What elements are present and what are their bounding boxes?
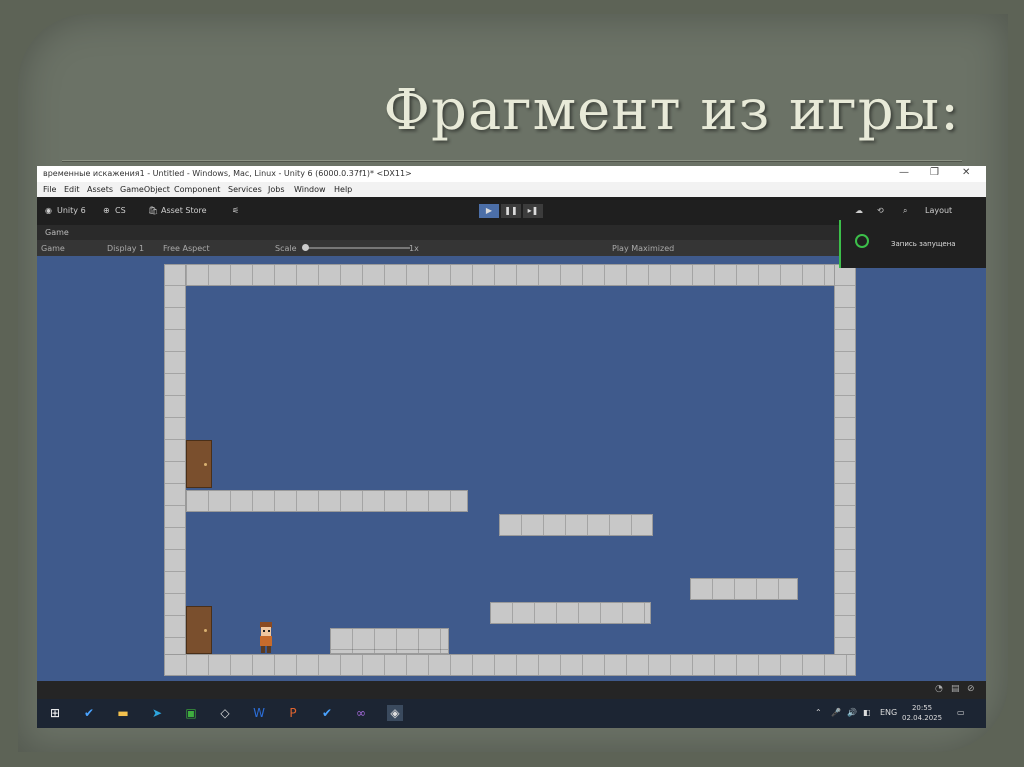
network-icon[interactable]: ◧ bbox=[863, 708, 871, 717]
menu-jobs[interactable]: Jobs bbox=[268, 185, 285, 194]
store-icon: 🛍 bbox=[148, 206, 159, 215]
pause-button[interactable]: ❚❚ bbox=[501, 204, 521, 218]
minecraft-icon[interactable]: ▣ bbox=[183, 705, 199, 721]
speaker-icon[interactable]: 🔊 bbox=[847, 708, 857, 717]
todo-app-icon[interactable]: ✔ bbox=[81, 705, 97, 721]
menu-window[interactable]: Window bbox=[294, 185, 326, 194]
play-mode-dropdown[interactable]: Play Maximized bbox=[612, 244, 674, 253]
menu-file[interactable]: File bbox=[43, 185, 56, 194]
word-icon[interactable]: W bbox=[251, 705, 267, 721]
language-indicator[interactable]: ENG bbox=[880, 708, 897, 717]
unity-editor-icon[interactable]: ◈ bbox=[387, 705, 403, 721]
menu-component[interactable]: Component bbox=[174, 185, 220, 194]
windows-taskbar: ⊞ ✔ ▬ ➤ ▣ ◇ W P ✔ ∞ ◈ ⌃ 🎤 🔊 ◧ ENG 20:55 … bbox=[37, 699, 986, 728]
settings-icon[interactable]: ⊘ bbox=[967, 684, 975, 694]
magic-icon[interactable]: ⚟ bbox=[232, 206, 239, 215]
unity-hub-icon[interactable]: ◇ bbox=[217, 705, 233, 721]
cloud-sync-icon[interactable]: ☁ bbox=[855, 206, 863, 215]
game-tab-label: Game bbox=[45, 228, 69, 237]
platform-upper-left bbox=[186, 490, 468, 512]
window-title: временные искажения1 - Untitled - Window… bbox=[43, 169, 412, 178]
scale-label: Scale bbox=[275, 244, 297, 253]
play-controls: ▶ ❚❚ ▸❚ bbox=[479, 204, 543, 218]
platform-lower bbox=[490, 602, 651, 624]
layout-dropdown[interactable]: Layout bbox=[925, 206, 952, 215]
menu-edit[interactable]: Edit bbox=[64, 185, 80, 194]
account-icon[interactable]: ◉ bbox=[45, 206, 52, 215]
visual-studio-icon[interactable]: ∞ bbox=[353, 705, 369, 721]
platform-middle bbox=[499, 514, 653, 536]
step-button[interactable]: ▸❚ bbox=[523, 204, 543, 218]
scale-slider-knob[interactable] bbox=[302, 244, 309, 251]
game-viewport[interactable] bbox=[37, 256, 986, 681]
door-lower bbox=[186, 606, 212, 654]
menu-bar: File Edit Assets GameObject Component Se… bbox=[37, 182, 986, 197]
restore-button[interactable]: ❐ bbox=[930, 167, 939, 178]
search-icon[interactable]: ⌕ bbox=[903, 206, 907, 216]
menu-help[interactable]: Help bbox=[334, 185, 352, 194]
ceiling-wall bbox=[164, 264, 856, 286]
right-wall bbox=[834, 264, 856, 676]
scale-slider[interactable] bbox=[305, 247, 410, 249]
clock-time: 20:55 bbox=[911, 704, 933, 712]
file-explorer-icon[interactable]: ▬ bbox=[115, 705, 131, 721]
microphone-icon[interactable]: 🎤 bbox=[831, 708, 841, 717]
recording-text: Запись запущена bbox=[891, 240, 956, 248]
view-dropdown[interactable]: Game bbox=[41, 244, 65, 253]
floor-wall bbox=[164, 654, 856, 676]
history-icon[interactable]: ⟲ bbox=[877, 206, 884, 215]
clock[interactable]: 20:55 02.04.2025 bbox=[902, 703, 942, 723]
aspect-dropdown[interactable]: Free Aspect bbox=[163, 244, 210, 253]
slide-title: Фрагмент из игры: bbox=[383, 78, 960, 143]
record-icon bbox=[855, 234, 869, 248]
recording-notification[interactable]: Запись запущена bbox=[839, 220, 986, 268]
tray-arrow-icon[interactable]: ⌃ bbox=[815, 708, 822, 717]
notification-icon[interactable]: ▭ bbox=[957, 708, 965, 717]
todo-app-icon-2[interactable]: ✔ bbox=[319, 705, 335, 721]
windows-start-icon[interactable]: ⊞ bbox=[47, 705, 63, 721]
cloud-button[interactable]: CS bbox=[115, 206, 126, 215]
status-bar: ◔ ▤ ⊘ bbox=[37, 681, 986, 699]
display-dropdown[interactable]: Display 1 bbox=[107, 244, 144, 253]
asset-store-button[interactable]: Asset Store bbox=[161, 206, 207, 215]
window-titlebar: временные искажения1 - Untitled - Window… bbox=[37, 166, 986, 182]
platform-right bbox=[690, 578, 798, 600]
left-wall bbox=[164, 264, 186, 676]
title-divider bbox=[62, 160, 962, 162]
progress-icon[interactable]: ◔ bbox=[935, 684, 943, 694]
telegram-icon[interactable]: ➤ bbox=[149, 705, 165, 721]
minimize-button[interactable]: — bbox=[899, 167, 909, 178]
powerpoint-icon[interactable]: P bbox=[285, 705, 301, 721]
close-button[interactable]: ✕ bbox=[962, 167, 970, 178]
play-button[interactable]: ▶ bbox=[479, 204, 499, 218]
player-character bbox=[260, 622, 272, 653]
scale-value: 1x bbox=[409, 244, 419, 253]
unity-screenshot: временные искажения1 - Untitled - Window… bbox=[37, 166, 986, 728]
menu-gameobject[interactable]: GameObject bbox=[120, 185, 170, 194]
door-upper bbox=[186, 440, 212, 488]
clock-date: 02.04.2025 bbox=[902, 714, 943, 722]
account-button[interactable]: Unity 6 bbox=[57, 206, 86, 215]
console-icon[interactable]: ▤ bbox=[951, 684, 960, 694]
menu-services[interactable]: Services bbox=[228, 185, 262, 194]
menu-assets[interactable]: Assets bbox=[87, 185, 113, 194]
cloud-icon: ⊕ bbox=[103, 206, 110, 215]
platform-step bbox=[330, 628, 449, 654]
